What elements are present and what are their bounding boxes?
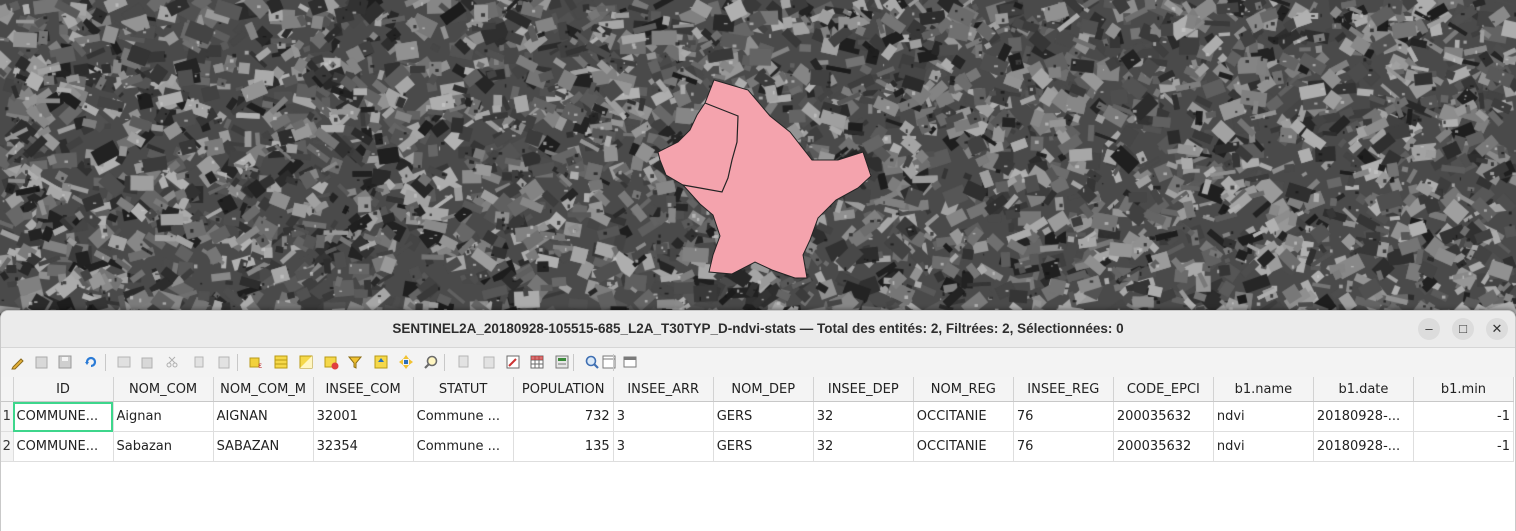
invert-selection-icon[interactable] bbox=[298, 354, 314, 370]
row-header[interactable]: 1 bbox=[1, 401, 14, 432]
column-header-population[interactable]: POPULATION bbox=[513, 377, 614, 402]
close-button[interactable]: ✕ bbox=[1486, 318, 1508, 340]
cell-statut[interactable]: Commune ... bbox=[413, 401, 514, 432]
column-header-id[interactable]: ID bbox=[13, 377, 114, 402]
table-corner-cell[interactable] bbox=[1, 377, 14, 402]
cell-code-epci[interactable]: 200035632 bbox=[1113, 401, 1214, 432]
commune-polygon-aignan[interactable] bbox=[657, 79, 872, 279]
conditional-formatting-icon[interactable] bbox=[584, 354, 600, 370]
toolbar-separator bbox=[237, 354, 238, 371]
cell-nom-reg[interactable]: OCCITANIE bbox=[913, 401, 1014, 432]
copy-icon[interactable] bbox=[191, 354, 207, 370]
window-titlebar: SENTINEL2A_20180928-105515-685_L2A_T30TY… bbox=[1, 311, 1515, 348]
cell-b1-min[interactable]: -1 bbox=[1413, 401, 1515, 432]
attribute-table-grid: ID NOM_COM NOM_COM_M INSEE_COM STATUT POPULAT… bbox=[1, 377, 1515, 531]
reload-table-icon[interactable] bbox=[83, 354, 99, 370]
cell-b1-min[interactable]: -1 bbox=[1413, 431, 1515, 462]
column-header-nom-reg[interactable]: NOM_REG bbox=[913, 377, 1014, 402]
move-selection-top-icon[interactable] bbox=[373, 354, 389, 370]
toolbar-separator bbox=[444, 354, 445, 371]
cell-nom-com-m[interactable]: AIGNAN bbox=[213, 401, 314, 432]
column-header-insee-arr[interactable]: INSEE_ARR bbox=[613, 377, 714, 402]
column-header-code-epci[interactable]: CODE_EPCI bbox=[1113, 377, 1214, 402]
delete-feature-icon[interactable] bbox=[139, 354, 155, 370]
cell-id[interactable]: COMMUNE... bbox=[13, 401, 114, 432]
toolbar-separator bbox=[105, 354, 106, 371]
cell-b1-date[interactable]: 20180928-... bbox=[1313, 401, 1414, 432]
row-header[interactable]: 2 bbox=[1, 431, 14, 462]
cell-nom-com[interactable]: Sabazan bbox=[113, 431, 214, 462]
actions-icon[interactable] bbox=[601, 354, 617, 370]
new-field-icon[interactable] bbox=[505, 354, 521, 370]
minimize-button[interactable]: – bbox=[1418, 318, 1440, 340]
column-header-b1-min[interactable]: b1.min bbox=[1413, 377, 1515, 402]
cell-statut[interactable]: Commune ... bbox=[413, 431, 514, 462]
cell-b1-name[interactable]: ndvi bbox=[1213, 431, 1314, 462]
deselect-all-icon[interactable] bbox=[323, 354, 339, 370]
window-title: SENTINEL2A_20180928-105515-685_L2A_T30TY… bbox=[392, 321, 1124, 336]
column-header-b1-name[interactable]: b1.name bbox=[1213, 377, 1314, 402]
cell-insee-dep[interactable]: 32 bbox=[813, 431, 914, 462]
column-header-insee-reg[interactable]: INSEE_REG bbox=[1013, 377, 1114, 402]
cell-nom-com[interactable]: Aignan bbox=[113, 401, 214, 432]
cell-insee-arr[interactable]: 3 bbox=[613, 431, 714, 462]
toggle-multi-edit-icon[interactable] bbox=[34, 354, 50, 370]
pan-to-selection-icon[interactable] bbox=[398, 354, 414, 370]
filter-select-icon[interactable] bbox=[347, 354, 363, 370]
attribute-table-toolbar: ε bbox=[1, 348, 1515, 378]
column-header-nom-com-m[interactable]: NOM_COM_M bbox=[213, 377, 314, 402]
column-header-insee-com[interactable]: INSEE_COM bbox=[313, 377, 414, 402]
column-header-nom-dep[interactable]: NOM_DEP bbox=[713, 377, 814, 402]
cell-population[interactable]: 135 bbox=[513, 431, 614, 462]
column-header-statut[interactable]: STATUT bbox=[413, 377, 514, 402]
field-calculator-icon[interactable] bbox=[554, 354, 570, 370]
cell-nom-com-m[interactable]: SABAZAN bbox=[213, 431, 314, 462]
table-header-row: ID NOM_COM NOM_COM_M INSEE_COM STATUT POPULAT… bbox=[1, 377, 1515, 402]
delete-field-icon[interactable] bbox=[529, 354, 545, 370]
cell-insee-reg[interactable]: 76 bbox=[1013, 401, 1114, 432]
paste-icon[interactable] bbox=[216, 354, 232, 370]
cell-insee-com[interactable]: 32001 bbox=[313, 401, 414, 432]
cell-nom-reg[interactable]: OCCITANIE bbox=[913, 431, 1014, 462]
maximize-button[interactable]: □ bbox=[1452, 318, 1474, 340]
cell-nom-dep[interactable]: GERS bbox=[713, 401, 814, 432]
cell-b1-date[interactable]: 20180928-... bbox=[1313, 431, 1414, 462]
cell-insee-dep[interactable]: 32 bbox=[813, 401, 914, 432]
attribute-table-window: SENTINEL2A_20180928-105515-685_L2A_T30TY… bbox=[0, 310, 1516, 531]
svg-text:ε: ε bbox=[258, 361, 262, 370]
column-header-nom-com[interactable]: NOM_COM bbox=[113, 377, 214, 402]
attribute-table: ID NOM_COM NOM_COM_M INSEE_COM STATUT POPULAT… bbox=[1, 377, 1515, 462]
paste-rows-icon[interactable] bbox=[481, 354, 497, 370]
toolbar-separator bbox=[573, 354, 574, 371]
copy-rows-icon[interactable] bbox=[456, 354, 472, 370]
dock-table-icon[interactable] bbox=[622, 354, 638, 370]
column-header-insee-dep[interactable]: INSEE_DEP bbox=[813, 377, 914, 402]
cell-nom-dep[interactable]: GERS bbox=[713, 431, 814, 462]
cell-population[interactable]: 732 bbox=[513, 401, 614, 432]
cell-id[interactable]: COMMUNE... bbox=[13, 431, 114, 462]
cut-icon[interactable] bbox=[164, 354, 180, 370]
toggle-editing-icon[interactable] bbox=[10, 354, 26, 370]
save-edits-icon[interactable] bbox=[57, 354, 73, 370]
select-all-icon[interactable] bbox=[273, 354, 289, 370]
cell-b1-name[interactable]: ndvi bbox=[1213, 401, 1314, 432]
zoom-to-selection-icon[interactable] bbox=[423, 354, 439, 370]
cell-insee-arr[interactable]: 3 bbox=[613, 401, 714, 432]
toolbar-separator bbox=[613, 354, 614, 371]
add-feature-icon[interactable] bbox=[116, 354, 132, 370]
cell-code-epci[interactable]: 200035632 bbox=[1113, 431, 1214, 462]
cell-insee-reg[interactable]: 76 bbox=[1013, 431, 1114, 462]
column-header-b1-date[interactable]: b1.date bbox=[1313, 377, 1414, 402]
cell-insee-com[interactable]: 32354 bbox=[313, 431, 414, 462]
table-row[interactable]: 1 COMMUNE... Aignan AIGNAN 32001 Commune ... 7… bbox=[1, 401, 1515, 432]
select-by-expression-icon[interactable]: ε bbox=[248, 354, 264, 370]
table-row[interactable]: 2 COMMUNE... Sabazan SABAZAN 32354 Commune ..… bbox=[1, 431, 1515, 462]
